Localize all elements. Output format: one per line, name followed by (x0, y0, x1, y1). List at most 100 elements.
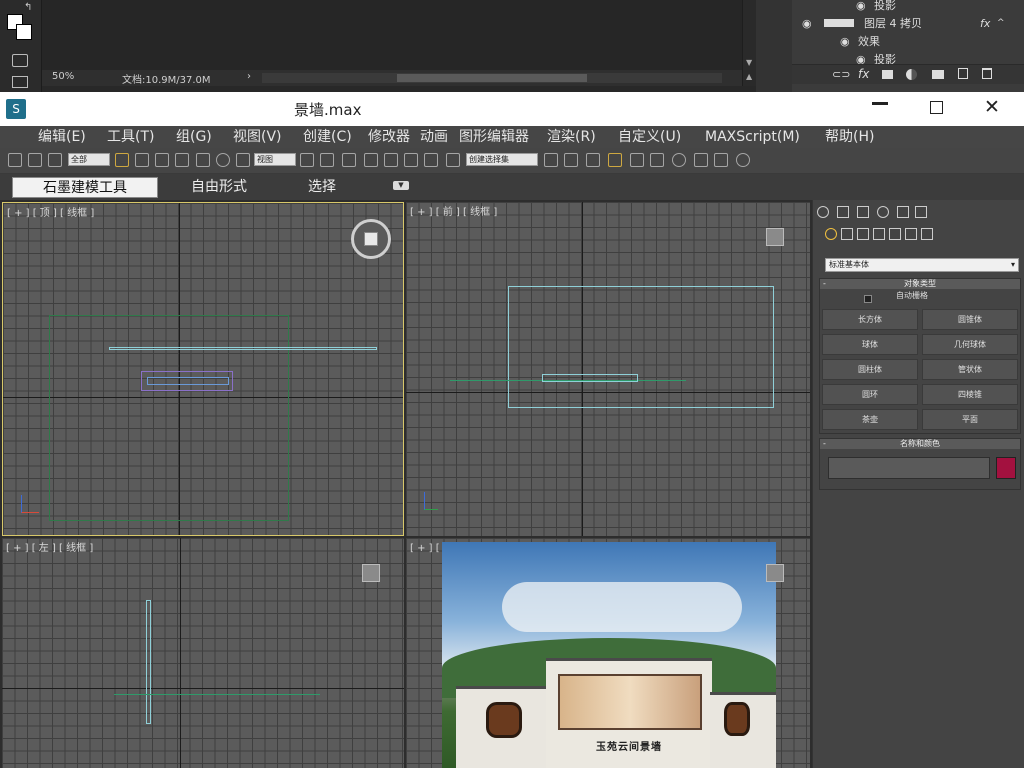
new-layer-icon[interactable] (958, 68, 968, 79)
selection-filter-dropdown[interactable]: 全部 (68, 153, 110, 166)
menu-graph-editors[interactable]: 图形编辑器 (459, 128, 529, 146)
viewport-label[interactable]: [ + ] [ 左 ] [ 线框 ] (6, 539, 93, 554)
link-layers-icon[interactable]: ⊂⊃ (832, 68, 850, 81)
pivot-center-icon[interactable] (300, 153, 314, 167)
viewcube[interactable] (351, 219, 391, 259)
rotate-icon[interactable] (216, 153, 230, 167)
select-by-name-icon[interactable] (135, 153, 149, 167)
viewport-label[interactable]: [ + ] [ 前 ] [ 线框 ] (410, 203, 497, 218)
material-editor-icon[interactable] (672, 153, 686, 167)
background-color-swatch[interactable] (16, 24, 32, 40)
scale-icon[interactable] (236, 153, 250, 167)
render-setup-icon[interactable] (694, 153, 708, 167)
collapse-chevron-icon[interactable]: ^ (997, 18, 1005, 28)
layer-row-effect[interactable]: ◉ 投影 (792, 0, 1024, 14)
display-tab-icon[interactable] (897, 206, 909, 218)
curve-editor-icon[interactable] (630, 153, 644, 167)
unlink-icon[interactable] (28, 153, 42, 167)
viewport-perspective[interactable]: [ + ] [ 透视 ] [ 真实 ] 玉苑云间景墙 (406, 538, 810, 768)
select-link-icon[interactable] (8, 153, 22, 167)
pyramid-button[interactable]: 四棱锥 (922, 384, 1018, 405)
snap-toggle-icon[interactable] (364, 153, 378, 167)
vertical-scrollbar[interactable]: ▼ ▲ (742, 0, 756, 86)
fx-icon[interactable]: fx (980, 17, 990, 30)
tab-graphite-modeling[interactable]: 石墨建模工具 (12, 177, 158, 198)
viewcube-small[interactable] (766, 564, 784, 582)
geometry-icon[interactable] (825, 228, 837, 240)
viewcube-small[interactable] (766, 228, 784, 246)
eye-icon[interactable]: ◉ (802, 17, 812, 30)
rollout-header[interactable]: 对象类型 - (820, 279, 1020, 289)
category-dropdown[interactable]: 标准基本体 ▾ (825, 258, 1019, 272)
status-arrow-icon[interactable]: › (247, 71, 251, 82)
align-icon[interactable] (564, 153, 578, 167)
spacewarps-icon[interactable] (905, 228, 917, 240)
select-object-icon[interactable] (115, 153, 129, 167)
menu-edit[interactable]: 编辑(E) (38, 128, 86, 146)
trash-icon[interactable] (982, 68, 992, 79)
angle-snap-icon[interactable] (384, 153, 398, 167)
viewport-top[interactable]: [ + ] [ 顶 ] [ 线框 ] (2, 202, 404, 536)
keyboard-shortcut-icon[interactable] (342, 153, 356, 167)
scrollbar-thumb[interactable] (397, 74, 587, 82)
render-teapot-icon[interactable] (736, 153, 750, 167)
rollout-header[interactable]: 名称和颜色 - (820, 439, 1020, 449)
cylinder-button[interactable]: 圆柱体 (822, 359, 918, 380)
viewport-left[interactable]: [ + ] [ 左 ] [ 线框 ] (2, 538, 404, 768)
viewport-front[interactable]: [ + ] [ 前 ] [ 线框 ] (406, 202, 810, 536)
create-tab-icon[interactable] (817, 206, 829, 218)
object-name-field[interactable] (828, 457, 990, 479)
shapes-icon[interactable] (841, 228, 853, 240)
spinner-snap-icon[interactable] (424, 153, 438, 167)
adjustment-layer-icon[interactable] (906, 69, 917, 80)
tube-button[interactable]: 管状体 (922, 359, 1018, 380)
minimize-button[interactable] (872, 102, 888, 105)
menu-tools[interactable]: 工具(T) (107, 128, 154, 146)
named-selection-dropdown[interactable]: 创建选择集 (466, 153, 538, 166)
horizontal-scrollbar[interactable] (262, 73, 722, 83)
add-style-icon[interactable]: fx (858, 67, 869, 81)
close-button[interactable]: ✕ (984, 96, 1000, 118)
torus-button[interactable]: 圆环 (822, 384, 918, 405)
menu-maxscript[interactable]: MAXScript(M) (705, 128, 800, 146)
systems-icon[interactable] (921, 228, 933, 240)
schematic-view-icon[interactable] (650, 153, 664, 167)
layer-manager-icon[interactable] (586, 153, 600, 167)
graphite-toggle-icon[interactable] (608, 153, 622, 167)
add-mask-icon[interactable] (882, 70, 893, 79)
scroll-down-icon[interactable]: ▼ (746, 58, 752, 67)
select-manipulate-icon[interactable] (320, 153, 334, 167)
edit-named-selection-icon[interactable] (446, 153, 460, 167)
menu-animation[interactable]: 动画 (420, 128, 448, 146)
modify-tab-icon[interactable] (837, 206, 849, 218)
rect-selection-icon[interactable] (155, 153, 169, 167)
sphere-button[interactable]: 球体 (822, 334, 918, 355)
rendered-frame-icon[interactable] (714, 153, 728, 167)
bind-space-warp-icon[interactable] (48, 153, 62, 167)
quick-mask-icon[interactable] (12, 54, 28, 67)
viewport-label[interactable]: [ + ] [ 顶 ] [ 线框 ] (7, 204, 94, 219)
move-icon[interactable] (196, 153, 210, 167)
eye-icon[interactable]: ◉ (840, 35, 850, 48)
tab-selection[interactable]: 选择 (280, 177, 364, 198)
maximize-button[interactable] (930, 101, 943, 114)
window-crossing-icon[interactable] (175, 153, 189, 167)
lights-icon[interactable] (857, 228, 869, 240)
teapot-button[interactable]: 茶壶 (822, 409, 918, 430)
viewcube-face[interactable] (364, 232, 378, 246)
mirror-icon[interactable] (544, 153, 558, 167)
eye-icon[interactable]: ◉ (856, 0, 866, 12)
ps-canvas[interactable] (42, 0, 742, 70)
menu-modifiers[interactable]: 修改器 (368, 128, 410, 146)
viewcube-small[interactable] (362, 564, 380, 582)
autogrid-checkbox[interactable] (864, 295, 872, 303)
motion-tab-icon[interactable] (877, 206, 889, 218)
percent-snap-icon[interactable] (404, 153, 418, 167)
menu-rendering[interactable]: 渲染(R) (547, 128, 596, 146)
helpers-icon[interactable] (889, 228, 901, 240)
ribbon-options-button[interactable]: ▼ (393, 181, 409, 190)
cone-button[interactable]: 圆锥体 (922, 309, 1018, 330)
cameras-icon[interactable] (873, 228, 885, 240)
hierarchy-tab-icon[interactable] (857, 206, 869, 218)
plane-button[interactable]: 平面 (922, 409, 1018, 430)
